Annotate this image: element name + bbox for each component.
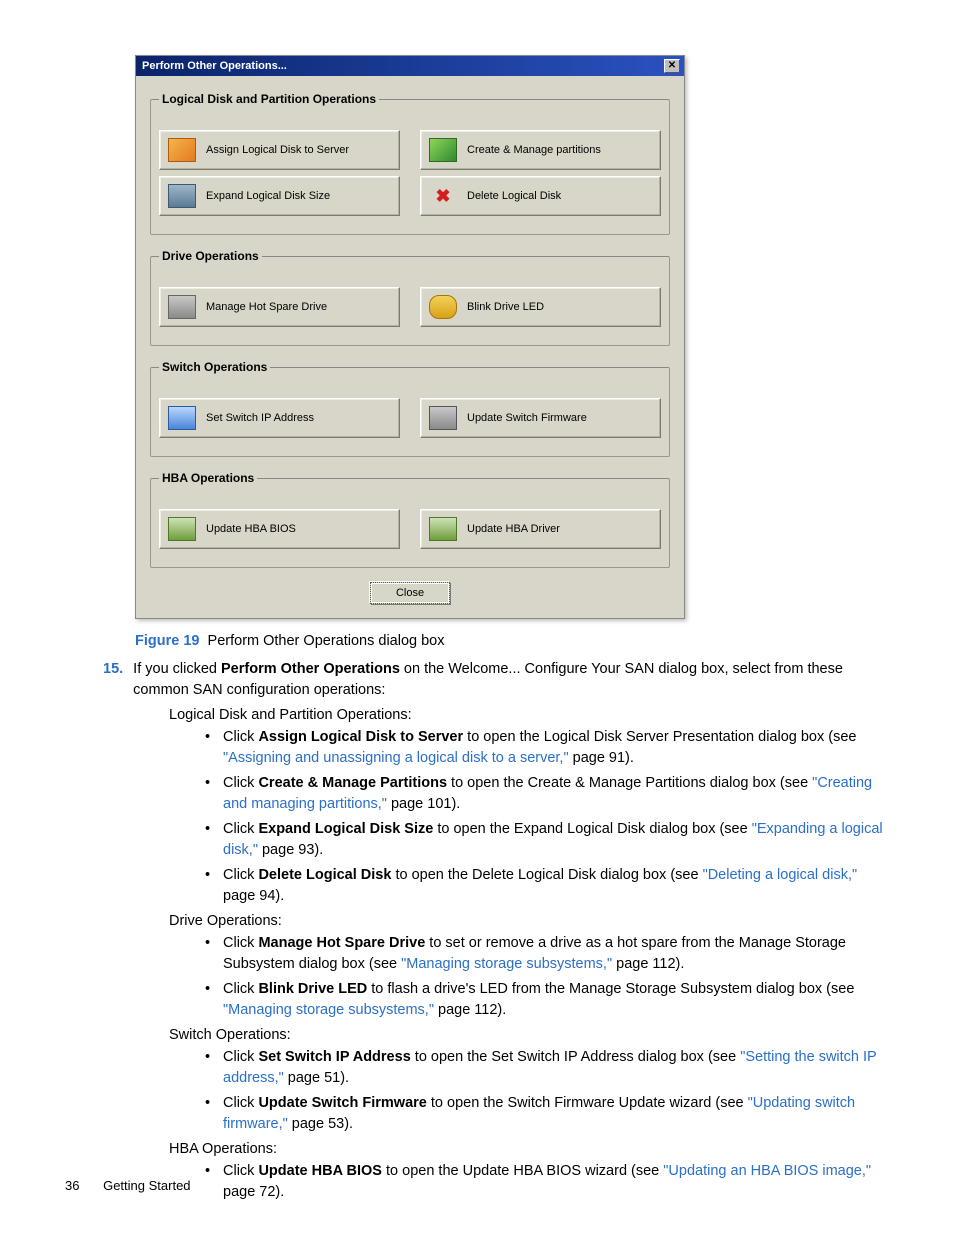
section-title: Getting Started bbox=[103, 1178, 190, 1193]
hot-spare-icon bbox=[168, 295, 196, 319]
list-item: Click Manage Hot Spare Drive to set or r… bbox=[205, 933, 889, 975]
bold-term: Update Switch Firmware bbox=[258, 1095, 426, 1111]
bold-term: Blink Drive LED bbox=[258, 981, 367, 997]
step-body: If you clicked Perform Other Operations … bbox=[133, 659, 889, 701]
cross-ref-link[interactable]: "Deleting a logical disk," bbox=[703, 867, 858, 883]
button-label: Create & Manage partitions bbox=[467, 144, 601, 156]
cross-ref-link[interactable]: "Assigning and unassigning a logical dis… bbox=[223, 750, 569, 766]
close-button[interactable]: Close bbox=[370, 582, 450, 604]
blink-drive-led-button[interactable]: Blink Drive LED bbox=[420, 287, 661, 327]
update-switch-firmware-button[interactable]: Update Switch Firmware bbox=[420, 398, 661, 438]
list-item: Click Update Switch Firmware to open the… bbox=[205, 1093, 889, 1135]
bold-term: Expand Logical Disk Size bbox=[258, 821, 433, 837]
section-heading: Drive Operations: bbox=[169, 913, 889, 929]
list-item: Click Assign Logical Disk to Server to o… bbox=[205, 727, 889, 769]
cross-ref-link[interactable]: "Managing storage subsystems," bbox=[223, 1002, 434, 1018]
switch-operations-group: Switch Operations Set Switch IP Address … bbox=[150, 360, 670, 457]
button-label: Expand Logical Disk Size bbox=[206, 190, 330, 202]
step-15: 15. If you clicked Perform Other Operati… bbox=[103, 659, 889, 701]
group-legend: Switch Operations bbox=[159, 360, 270, 374]
section-heading: HBA Operations: bbox=[169, 1141, 889, 1157]
drive-operations-group: Drive Operations Manage Hot Spare Drive … bbox=[150, 249, 670, 346]
bullet-list: Click Update HBA BIOS to open the Update… bbox=[205, 1161, 889, 1203]
dialog-titlebar[interactable]: Perform Other Operations... ✕ bbox=[136, 56, 684, 76]
expand-logical-disk-button[interactable]: Expand Logical Disk Size bbox=[159, 176, 400, 216]
bullet-list: Click Set Switch IP Address to open the … bbox=[205, 1047, 889, 1135]
button-label: Update HBA BIOS bbox=[206, 523, 296, 535]
button-label: Assign Logical Disk to Server bbox=[206, 144, 349, 156]
set-switch-ip-button[interactable]: Set Switch IP Address bbox=[159, 398, 400, 438]
figure-caption: Figure 19 Perform Other Operations dialo… bbox=[135, 633, 889, 649]
create-manage-partitions-button[interactable]: Create & Manage partitions bbox=[420, 130, 661, 170]
button-label: Manage Hot Spare Drive bbox=[206, 301, 327, 313]
update-hba-driver-button[interactable]: Update HBA Driver bbox=[420, 509, 661, 549]
section-heading: Logical Disk and Partition Operations: bbox=[169, 707, 889, 723]
logical-disk-group: Logical Disk and Partition Operations As… bbox=[150, 92, 670, 235]
button-label: Update Switch Firmware bbox=[467, 412, 587, 424]
bold-term: Delete Logical Disk bbox=[258, 867, 391, 883]
manage-hot-spare-button[interactable]: Manage Hot Spare Drive bbox=[159, 287, 400, 327]
button-label: Update HBA Driver bbox=[467, 523, 560, 535]
dialog-body: Logical Disk and Partition Operations As… bbox=[136, 76, 684, 618]
hba-driver-icon bbox=[429, 517, 457, 541]
hba-operations-group: HBA Operations Update HBA BIOS Update HB… bbox=[150, 471, 670, 568]
group-legend: HBA Operations bbox=[159, 471, 257, 485]
figure-number: Figure 19 bbox=[135, 633, 199, 649]
button-label: Set Switch IP Address bbox=[206, 412, 314, 424]
list-item: Click Create & Manage Partitions to open… bbox=[205, 773, 889, 815]
list-item: Click Blink Drive LED to flash a drive's… bbox=[205, 979, 889, 1021]
list-item: Click Expand Logical Disk Size to open t… bbox=[205, 819, 889, 861]
bold-term: Set Switch IP Address bbox=[258, 1049, 410, 1065]
hba-bios-icon bbox=[168, 517, 196, 541]
bold-term: Update HBA BIOS bbox=[258, 1163, 382, 1179]
list-item: Click Delete Logical Disk to open the De… bbox=[205, 865, 889, 907]
switch-ip-icon bbox=[168, 406, 196, 430]
list-item: Click Update HBA BIOS to open the Update… bbox=[205, 1161, 889, 1203]
step-text: If you clicked bbox=[133, 661, 221, 677]
page-footer: 36 Getting Started bbox=[65, 1178, 191, 1193]
group-legend: Drive Operations bbox=[159, 249, 262, 263]
cross-ref-link[interactable]: "Managing storage subsystems," bbox=[401, 956, 612, 972]
step-bold: Perform Other Operations bbox=[221, 661, 400, 677]
perform-other-operations-dialog: Perform Other Operations... ✕ Logical Di… bbox=[135, 55, 685, 619]
figure-text: Perform Other Operations dialog box bbox=[208, 633, 445, 649]
bold-term: Assign Logical Disk to Server bbox=[258, 729, 463, 745]
button-label: Blink Drive LED bbox=[467, 301, 544, 313]
section-heading: Switch Operations: bbox=[169, 1027, 889, 1043]
cross-ref-link[interactable]: "Updating an HBA BIOS image," bbox=[663, 1163, 871, 1179]
blink-led-icon bbox=[429, 295, 457, 319]
page-number: 36 bbox=[65, 1178, 79, 1193]
firmware-icon bbox=[429, 406, 457, 430]
assign-disk-icon bbox=[168, 138, 196, 162]
bold-term: Manage Hot Spare Drive bbox=[258, 935, 425, 951]
list-item: Click Set Switch IP Address to open the … bbox=[205, 1047, 889, 1089]
delete-icon: ✖ bbox=[429, 184, 457, 208]
expand-disk-icon bbox=[168, 184, 196, 208]
update-hba-bios-button[interactable]: Update HBA BIOS bbox=[159, 509, 400, 549]
delete-logical-disk-button[interactable]: ✖ Delete Logical Disk bbox=[420, 176, 661, 216]
assign-logical-disk-button[interactable]: Assign Logical Disk to Server bbox=[159, 130, 400, 170]
group-legend: Logical Disk and Partition Operations bbox=[159, 92, 379, 106]
bullet-list: Click Assign Logical Disk to Server to o… bbox=[205, 727, 889, 907]
partitions-icon bbox=[429, 138, 457, 162]
dialog-title: Perform Other Operations... bbox=[142, 60, 287, 72]
button-label: Delete Logical Disk bbox=[467, 190, 561, 202]
step-number: 15. bbox=[103, 659, 123, 701]
close-icon[interactable]: ✕ bbox=[664, 59, 680, 73]
bold-term: Create & Manage Partitions bbox=[258, 775, 447, 791]
bullet-list: Click Manage Hot Spare Drive to set or r… bbox=[205, 933, 889, 1021]
